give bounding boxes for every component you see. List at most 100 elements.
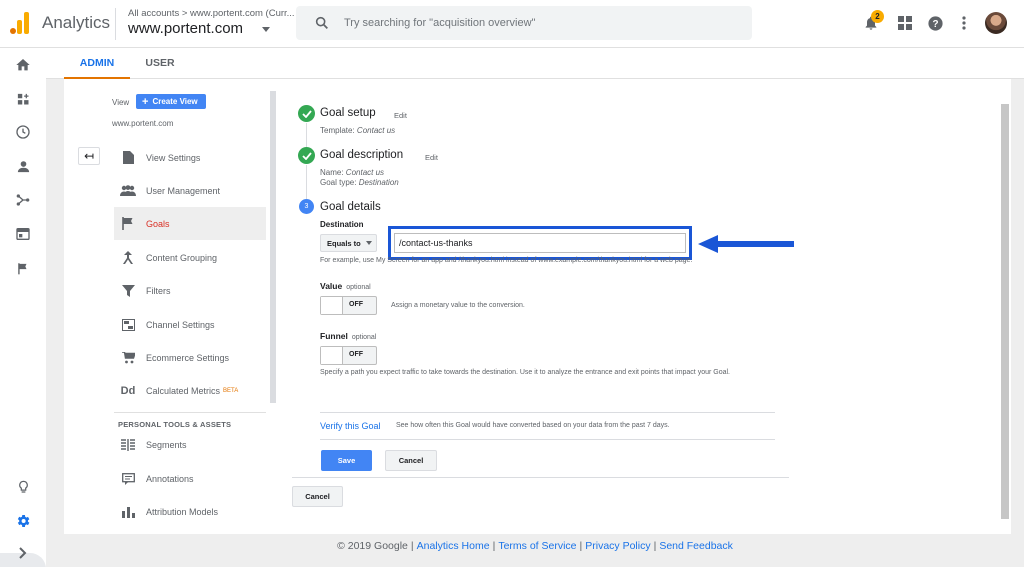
- help-icon[interactable]: ?: [924, 12, 946, 34]
- content-panel: View + Create View www.portent.com ↤ View…: [64, 79, 1011, 534]
- tab-user[interactable]: USER: [130, 48, 190, 79]
- nav-item-calculated-metrics[interactable]: Dd Calculated Metrics BETA: [114, 374, 266, 407]
- nav-item-channel-settings[interactable]: Channel Settings: [114, 308, 266, 341]
- grouping-icon: [120, 250, 136, 266]
- nav-item-label: Goals: [146, 218, 170, 229]
- main-scrollbar-thumb[interactable]: [1001, 104, 1009, 519]
- discover-lightbulb-icon[interactable]: [14, 478, 32, 496]
- chevron-down-icon[interactable]: [262, 27, 270, 32]
- goal-details-title: Goal details: [320, 201, 381, 213]
- admin-tabs: ADMIN USER: [46, 48, 1024, 79]
- beta-badge: BETA: [223, 387, 239, 394]
- chevron-down-icon: [365, 241, 372, 245]
- document-icon: [120, 150, 136, 166]
- value-description: Assign a monetary value to the conversio…: [391, 302, 525, 309]
- terms-of-service-link[interactable]: Terms of Service: [498, 540, 576, 552]
- view-site-name: www.portent.com: [112, 119, 174, 128]
- search-input[interactable]: [344, 6, 724, 40]
- nav-item-view-settings[interactable]: View Settings: [114, 141, 266, 174]
- expand-chevron-icon[interactable]: [14, 544, 32, 562]
- footer: © 2019 Google | Analytics Home | Terms of Se…: [337, 540, 733, 552]
- nav-item-attribution-models[interactable]: Attribution Models: [114, 495, 266, 528]
- create-view-label: Create View: [152, 97, 198, 106]
- form-divider: [292, 477, 789, 478]
- nav-item-user-management[interactable]: User Management: [114, 174, 266, 207]
- privacy-policy-link[interactable]: Privacy Policy: [585, 540, 650, 552]
- nav-item-segments[interactable]: Segments: [114, 428, 266, 461]
- nav-item-label: Ecommerce Settings: [146, 352, 230, 363]
- app-name: Analytics: [42, 13, 111, 32]
- step-number-badge: 3: [299, 199, 314, 214]
- top-bar: Analytics All accounts > www.portent.com…: [0, 0, 1024, 48]
- home-icon[interactable]: [14, 56, 32, 74]
- nav-item-label: Filters: [146, 285, 171, 296]
- step-connector: [306, 165, 307, 199]
- view-column-scrollbar[interactable]: [270, 91, 276, 403]
- nav-item-filters[interactable]: Filters: [114, 274, 266, 307]
- nav-item-label: Segments: [146, 439, 187, 450]
- verify-goal-description: See how often this Goal would have conve…: [396, 422, 670, 429]
- svg-text:?: ?: [932, 19, 938, 30]
- destination-label: Destination: [320, 220, 364, 229]
- user-avatar[interactable]: [985, 12, 1007, 34]
- flag-icon: [120, 216, 136, 232]
- funnel-label: Funnel optional: [320, 331, 377, 341]
- audience-person-icon[interactable]: [14, 157, 32, 175]
- account-selector[interactable]: www.portent.com: [128, 20, 243, 37]
- tab-admin[interactable]: ADMIN: [64, 48, 130, 79]
- send-feedback-link[interactable]: Send Feedback: [659, 540, 733, 552]
- analytics-home-link[interactable]: Analytics Home: [417, 540, 490, 552]
- match-type-value: Equals to: [327, 238, 361, 248]
- goal-description-edit-link[interactable]: Edit: [425, 153, 438, 162]
- account-breadcrumb[interactable]: All accounts > www.portent.com (Curr...: [128, 8, 295, 19]
- copyright-text: © 2019 Google: [337, 540, 408, 552]
- match-type-dropdown[interactable]: Equals to: [320, 234, 377, 252]
- behavior-icon[interactable]: [14, 225, 32, 243]
- annotation-icon: [120, 471, 136, 487]
- goal-description-type: Goal type: Destination: [320, 178, 399, 187]
- value-label: Value optional: [320, 281, 371, 291]
- apps-grid-icon[interactable]: [894, 12, 916, 34]
- cancel-button[interactable]: Cancel: [385, 450, 437, 471]
- step-complete-check-icon: [298, 105, 315, 122]
- goal-setup-edit-link[interactable]: Edit: [394, 111, 407, 120]
- nav-item-ecommerce-settings[interactable]: Ecommerce Settings: [114, 341, 266, 374]
- nav-item-label: Attribution Models: [146, 506, 219, 517]
- goal-description-name: Name: Contact us: [320, 168, 385, 177]
- back-arrow-button[interactable]: ↤: [78, 147, 100, 165]
- nav-item-label: Content Grouping: [146, 252, 218, 263]
- nav-item-label: Channel Settings: [146, 319, 215, 330]
- segments-icon: [120, 437, 136, 453]
- analytics-logo-icon[interactable]: [10, 12, 32, 34]
- save-button[interactable]: Save: [321, 450, 372, 471]
- realtime-clock-icon[interactable]: [14, 123, 32, 141]
- funnel-description: Specify a path you expect traffic to tak…: [320, 369, 730, 376]
- admin-gear-icon[interactable]: [14, 512, 32, 530]
- left-rail: [0, 48, 46, 567]
- conversions-flag-icon[interactable]: [14, 259, 32, 277]
- filter-icon: [120, 283, 136, 299]
- customization-icon[interactable]: [14, 90, 32, 108]
- verify-divider-bottom: [320, 439, 775, 440]
- nav-item-label: Annotations: [146, 473, 194, 484]
- bar-chart-icon: [120, 504, 136, 520]
- funnel-toggle[interactable]: OFF: [320, 346, 377, 365]
- nav-item-annotations[interactable]: Annotations: [114, 462, 266, 495]
- channel-icon: [120, 317, 136, 333]
- nav-item-content-grouping[interactable]: Content Grouping: [114, 241, 266, 274]
- create-view-button[interactable]: + Create View: [136, 94, 206, 109]
- view-label: View: [112, 98, 130, 107]
- acquisition-icon[interactable]: [14, 191, 32, 209]
- more-vert-icon[interactable]: [953, 12, 975, 34]
- verify-goal-link[interactable]: Verify this Goal: [320, 421, 381, 431]
- goal-description-title: Goal description: [320, 149, 404, 161]
- plus-icon: +: [142, 95, 149, 108]
- destination-input[interactable]: [394, 233, 686, 253]
- goal-setup-template: Template: Contact us: [320, 126, 396, 135]
- nav-item-goals[interactable]: Goals: [114, 207, 266, 240]
- step-complete-check-icon: [298, 147, 315, 164]
- value-toggle[interactable]: OFF: [320, 296, 377, 315]
- verify-divider: [320, 412, 775, 413]
- search-bar[interactable]: [296, 6, 752, 40]
- outer-cancel-button[interactable]: Cancel: [292, 486, 343, 507]
